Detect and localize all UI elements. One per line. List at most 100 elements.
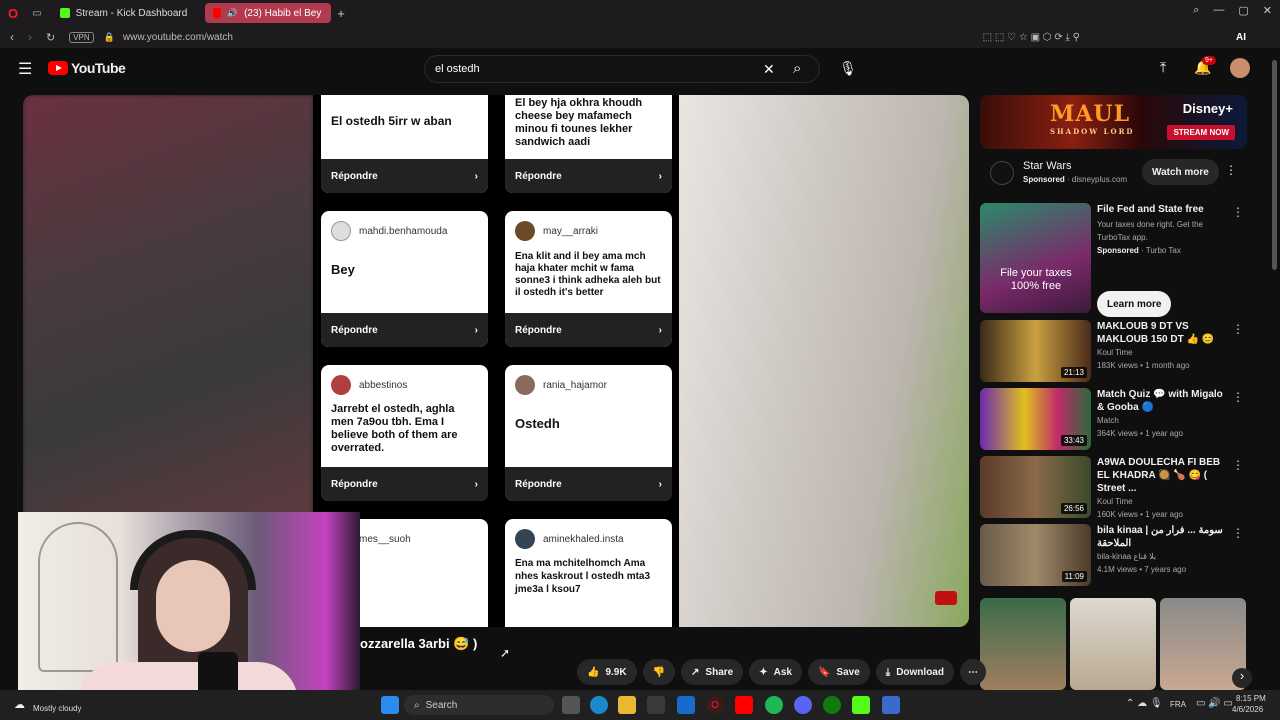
clock-date[interactable]: 4/6/2026 (1232, 705, 1263, 714)
clear-search-icon[interactable]: ✕ (763, 61, 775, 78)
file-explorer-icon[interactable] (618, 696, 636, 714)
like-button[interactable]: 👍 9.9K (577, 659, 637, 685)
workspaces-icon[interactable]: ▭ (32, 8, 41, 19)
item-channel[interactable]: Koul Time (1097, 346, 1227, 359)
network-volume-icons[interactable]: ▭ 🔊 ▭ (1196, 698, 1233, 709)
ask-button[interactable]: ✦ Ask (749, 659, 802, 685)
item-channel[interactable]: Koul Time (1097, 495, 1227, 508)
store-icon[interactable] (647, 696, 665, 714)
back-icon[interactable]: ‹ (10, 30, 14, 44)
more-options-icon[interactable]: ⋮ (1232, 458, 1244, 472)
more-options-icon[interactable]: ⋮ (1232, 205, 1244, 219)
avatar (515, 375, 535, 395)
weather-text[interactable]: Mostly cloudy (33, 704, 81, 713)
youtube-taskbar-icon[interactable] (735, 696, 753, 714)
tab-label: (23) Habib el Bey VS ... (244, 7, 323, 19)
short-thumbnail[interactable] (980, 598, 1066, 690)
chevron-right-icon: › (474, 478, 478, 490)
item-title[interactable]: MAKLOUB 9 DT VS MAKLOUB 150 DT 👍 😊 (1097, 320, 1227, 346)
download-button[interactable]: ⤓ Download (875, 659, 954, 685)
extensions-icon[interactable]: ⬚ ⬚ ♡ ☆ ▣ ⬡ ⟳ ⤓ ⚲ (983, 32, 1080, 43)
tab-youtube-video[interactable]: 🔊 (23) Habib el Bey VS ... (205, 3, 332, 23)
tab-kick-dashboard[interactable]: Stream - Kick Dashboard (52, 3, 196, 23)
dislike-button[interactable]: 👎 (642, 659, 676, 685)
forward-icon[interactable]: › (28, 30, 32, 44)
sidebar-video[interactable]: 21:13 MAKLOUB 9 DT VS MAKLOUB 150 DT 👍 😊… (980, 320, 1250, 382)
more-options-icon[interactable]: ⋮ (1225, 163, 1237, 177)
sidebar-video[interactable]: 33:43 Match Quiz 💬 with Migalo & Gooba 🔵… (980, 388, 1250, 450)
youtube-play-icon (48, 61, 68, 75)
comment-card: El bey hja okhra khoudh cheese bey mafam… (505, 95, 672, 193)
watch-more-button[interactable]: Watch more (1142, 159, 1219, 185)
new-tab-button[interactable]: + (337, 6, 345, 21)
thumbnail[interactable]: 11:09 (980, 524, 1091, 586)
thumbnail[interactable]: 21:13 (980, 320, 1091, 382)
url-field[interactable]: www.youtube.com/watch (123, 32, 233, 43)
reply-label: Répondre (515, 324, 562, 336)
youtube-logo[interactable]: YouTube (48, 60, 126, 76)
ai-button[interactable]: AI (1236, 32, 1246, 43)
reload-icon[interactable]: ↻ (46, 31, 55, 44)
item-channel[interactable]: bila-kinaa بلا قناع (1097, 550, 1227, 563)
audio-icon[interactable]: 🔊 (227, 8, 238, 19)
thumbnail[interactable]: 26:56 (980, 456, 1091, 518)
opera-logo-icon[interactable]: O (8, 6, 18, 21)
more-actions-button[interactable]: ⋯ (959, 659, 986, 685)
kick-taskbar-icon[interactable] (852, 696, 870, 714)
search-icon[interactable]: ⌕ (793, 60, 801, 77)
search-input[interactable] (425, 63, 745, 75)
more-options-icon[interactable]: ⋮ (1232, 322, 1244, 336)
chevron-right-icon[interactable]: › (1232, 668, 1252, 688)
shorts-row: › (980, 598, 1252, 690)
sidebar-video[interactable]: 11:09 bila kinaa | سومة ... فرار من المل… (980, 524, 1250, 586)
save-button[interactable]: 🔖 Save (807, 659, 870, 685)
sponsored-item-turbotax[interactable]: File your taxes 100% free File Fed and S… (980, 203, 1250, 317)
comment-username: mes__suoh (359, 533, 411, 545)
search-tabs-icon[interactable]: ⌕ (1193, 4, 1199, 17)
language-indicator[interactable]: FRA (1170, 700, 1186, 709)
item-title[interactable]: File Fed and State free (1097, 203, 1227, 216)
close-window-button[interactable]: ✕ (1263, 4, 1272, 17)
voice-search-icon[interactable]: 🎙 (838, 58, 858, 78)
reply-label: Répondre (331, 324, 378, 336)
sidebar-video[interactable]: 26:56 A9WA DOULECHA FI BEB EL KHADRA 🥘 🍗… (980, 456, 1250, 519)
discord-icon[interactable] (794, 696, 812, 714)
ad-channel-avatar[interactable] (990, 161, 1014, 185)
mail-icon[interactable] (677, 696, 695, 714)
create-icon[interactable]: ⤒ (1160, 59, 1166, 76)
learn-more-button[interactable]: Learn more (1097, 291, 1172, 317)
item-title[interactable]: A9WA DOULECHA FI BEB EL KHADRA 🥘 🍗 😋 ( S… (1097, 456, 1227, 495)
weather-icon[interactable]: ☁ (14, 698, 25, 711)
thumbnail[interactable]: File your taxes 100% free (980, 203, 1091, 313)
item-channel[interactable]: Match (1097, 414, 1227, 427)
item-title[interactable]: Match Quiz 💬 with Migalo & Gooba 🔵 (1097, 388, 1227, 414)
spotify-icon[interactable] (765, 696, 783, 714)
vpn-badge[interactable]: VPN (69, 31, 94, 43)
ad-banner-image[interactable]: MAUL SHADOW LORD Disney+ STREAM NOW (980, 95, 1247, 149)
task-view-icon[interactable] (562, 696, 580, 714)
thumbnail[interactable]: 33:43 (980, 388, 1091, 450)
xbox-icon[interactable] (823, 696, 841, 714)
maximize-button[interactable]: ▢ (1238, 4, 1248, 17)
clock-time[interactable]: 8:15 PM (1236, 694, 1266, 703)
share-button[interactable]: ↗ Share (681, 659, 744, 685)
opera-taskbar-icon[interactable]: O (706, 696, 724, 714)
taskbar-search[interactable]: ⌕ Search (404, 695, 554, 715)
more-options-icon[interactable]: ⋮ (1232, 390, 1244, 404)
tray-icons[interactable]: ⌃ ☁ 🎙 (1126, 698, 1163, 709)
windows-taskbar: ☁ Mostly cloudy ⌕ Search O ⌃ ☁ 🎙 FRA ▭ 🔊… (0, 690, 1280, 720)
page-scrollbar[interactable] (1272, 60, 1277, 270)
item-title[interactable]: bila kinaa | سومة ... فرار من الملاحقة (1097, 524, 1227, 550)
search-box: ✕ ⌕ (424, 55, 820, 83)
minimize-button[interactable]: — (1213, 4, 1224, 17)
edge-icon[interactable] (590, 696, 608, 714)
channel-watermark-icon[interactable] (935, 591, 957, 605)
account-avatar[interactable] (1230, 58, 1250, 78)
short-thumbnail[interactable] (1070, 598, 1156, 690)
start-icon[interactable] (381, 696, 399, 714)
menu-icon[interactable]: ☰ (18, 59, 32, 79)
more-options-icon[interactable]: ⋮ (1232, 526, 1244, 540)
ad-title[interactable]: Star Wars (1023, 160, 1072, 172)
avatar (331, 375, 351, 395)
app-taskbar-icon[interactable] (882, 696, 900, 714)
